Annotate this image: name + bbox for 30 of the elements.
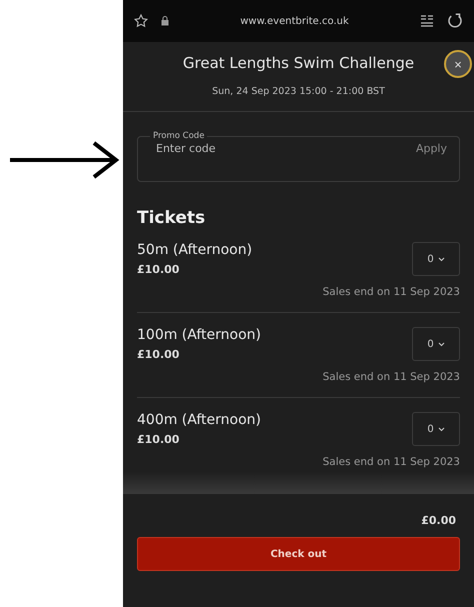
chevron-down-icon (438, 256, 445, 262)
quantity-dropdown[interactable]: 0 (412, 242, 460, 276)
total-price: £0.00 (421, 514, 456, 527)
quantity-dropdown[interactable]: 0 (412, 327, 460, 361)
sales-end-text: Sales end on 11 Sep 2023 (322, 286, 460, 298)
ticket-price: £10.00 (137, 262, 180, 276)
lock-icon (161, 16, 169, 26)
sales-end-text: Sales end on 11 Sep 2023 (322, 371, 460, 383)
url-text[interactable]: www.eventbrite.co.uk (181, 16, 408, 26)
close-button[interactable]: × (444, 50, 472, 78)
ticket-name: 50m (Afternoon) (137, 242, 254, 258)
ticket-price: £10.00 (137, 432, 180, 446)
event-title: Great Lengths Swim Challenge (182, 54, 414, 72)
sales-end-text: Sales end on 11 Sep 2023 (322, 456, 460, 468)
reader-icon[interactable] (420, 14, 434, 28)
chevron-down-icon (438, 342, 445, 346)
star-icon[interactable] (133, 13, 149, 29)
ticket-price: £10.00 (137, 348, 180, 361)
checkout-button[interactable]: Check out (137, 537, 460, 571)
event-date: Sun, 24 Sep 2023 15:00 - 21:00 BST (212, 86, 385, 97)
chevron-down-icon (438, 426, 445, 432)
promo-code-field[interactable]: Promo Code Enter code Apply (137, 131, 460, 182)
promo-code-label: Promo Code (152, 131, 206, 141)
tickets-heading: Tickets (137, 208, 206, 228)
ticket-name: 400m (Afternoon) (137, 412, 262, 428)
apply-button[interactable]: Apply (416, 142, 447, 155)
reload-icon[interactable] (446, 12, 464, 30)
ticket-name: 100m (Afternoon) (137, 327, 262, 344)
right-arrow-icon (8, 140, 120, 180)
quantity-dropdown[interactable]: 0 (412, 412, 460, 446)
